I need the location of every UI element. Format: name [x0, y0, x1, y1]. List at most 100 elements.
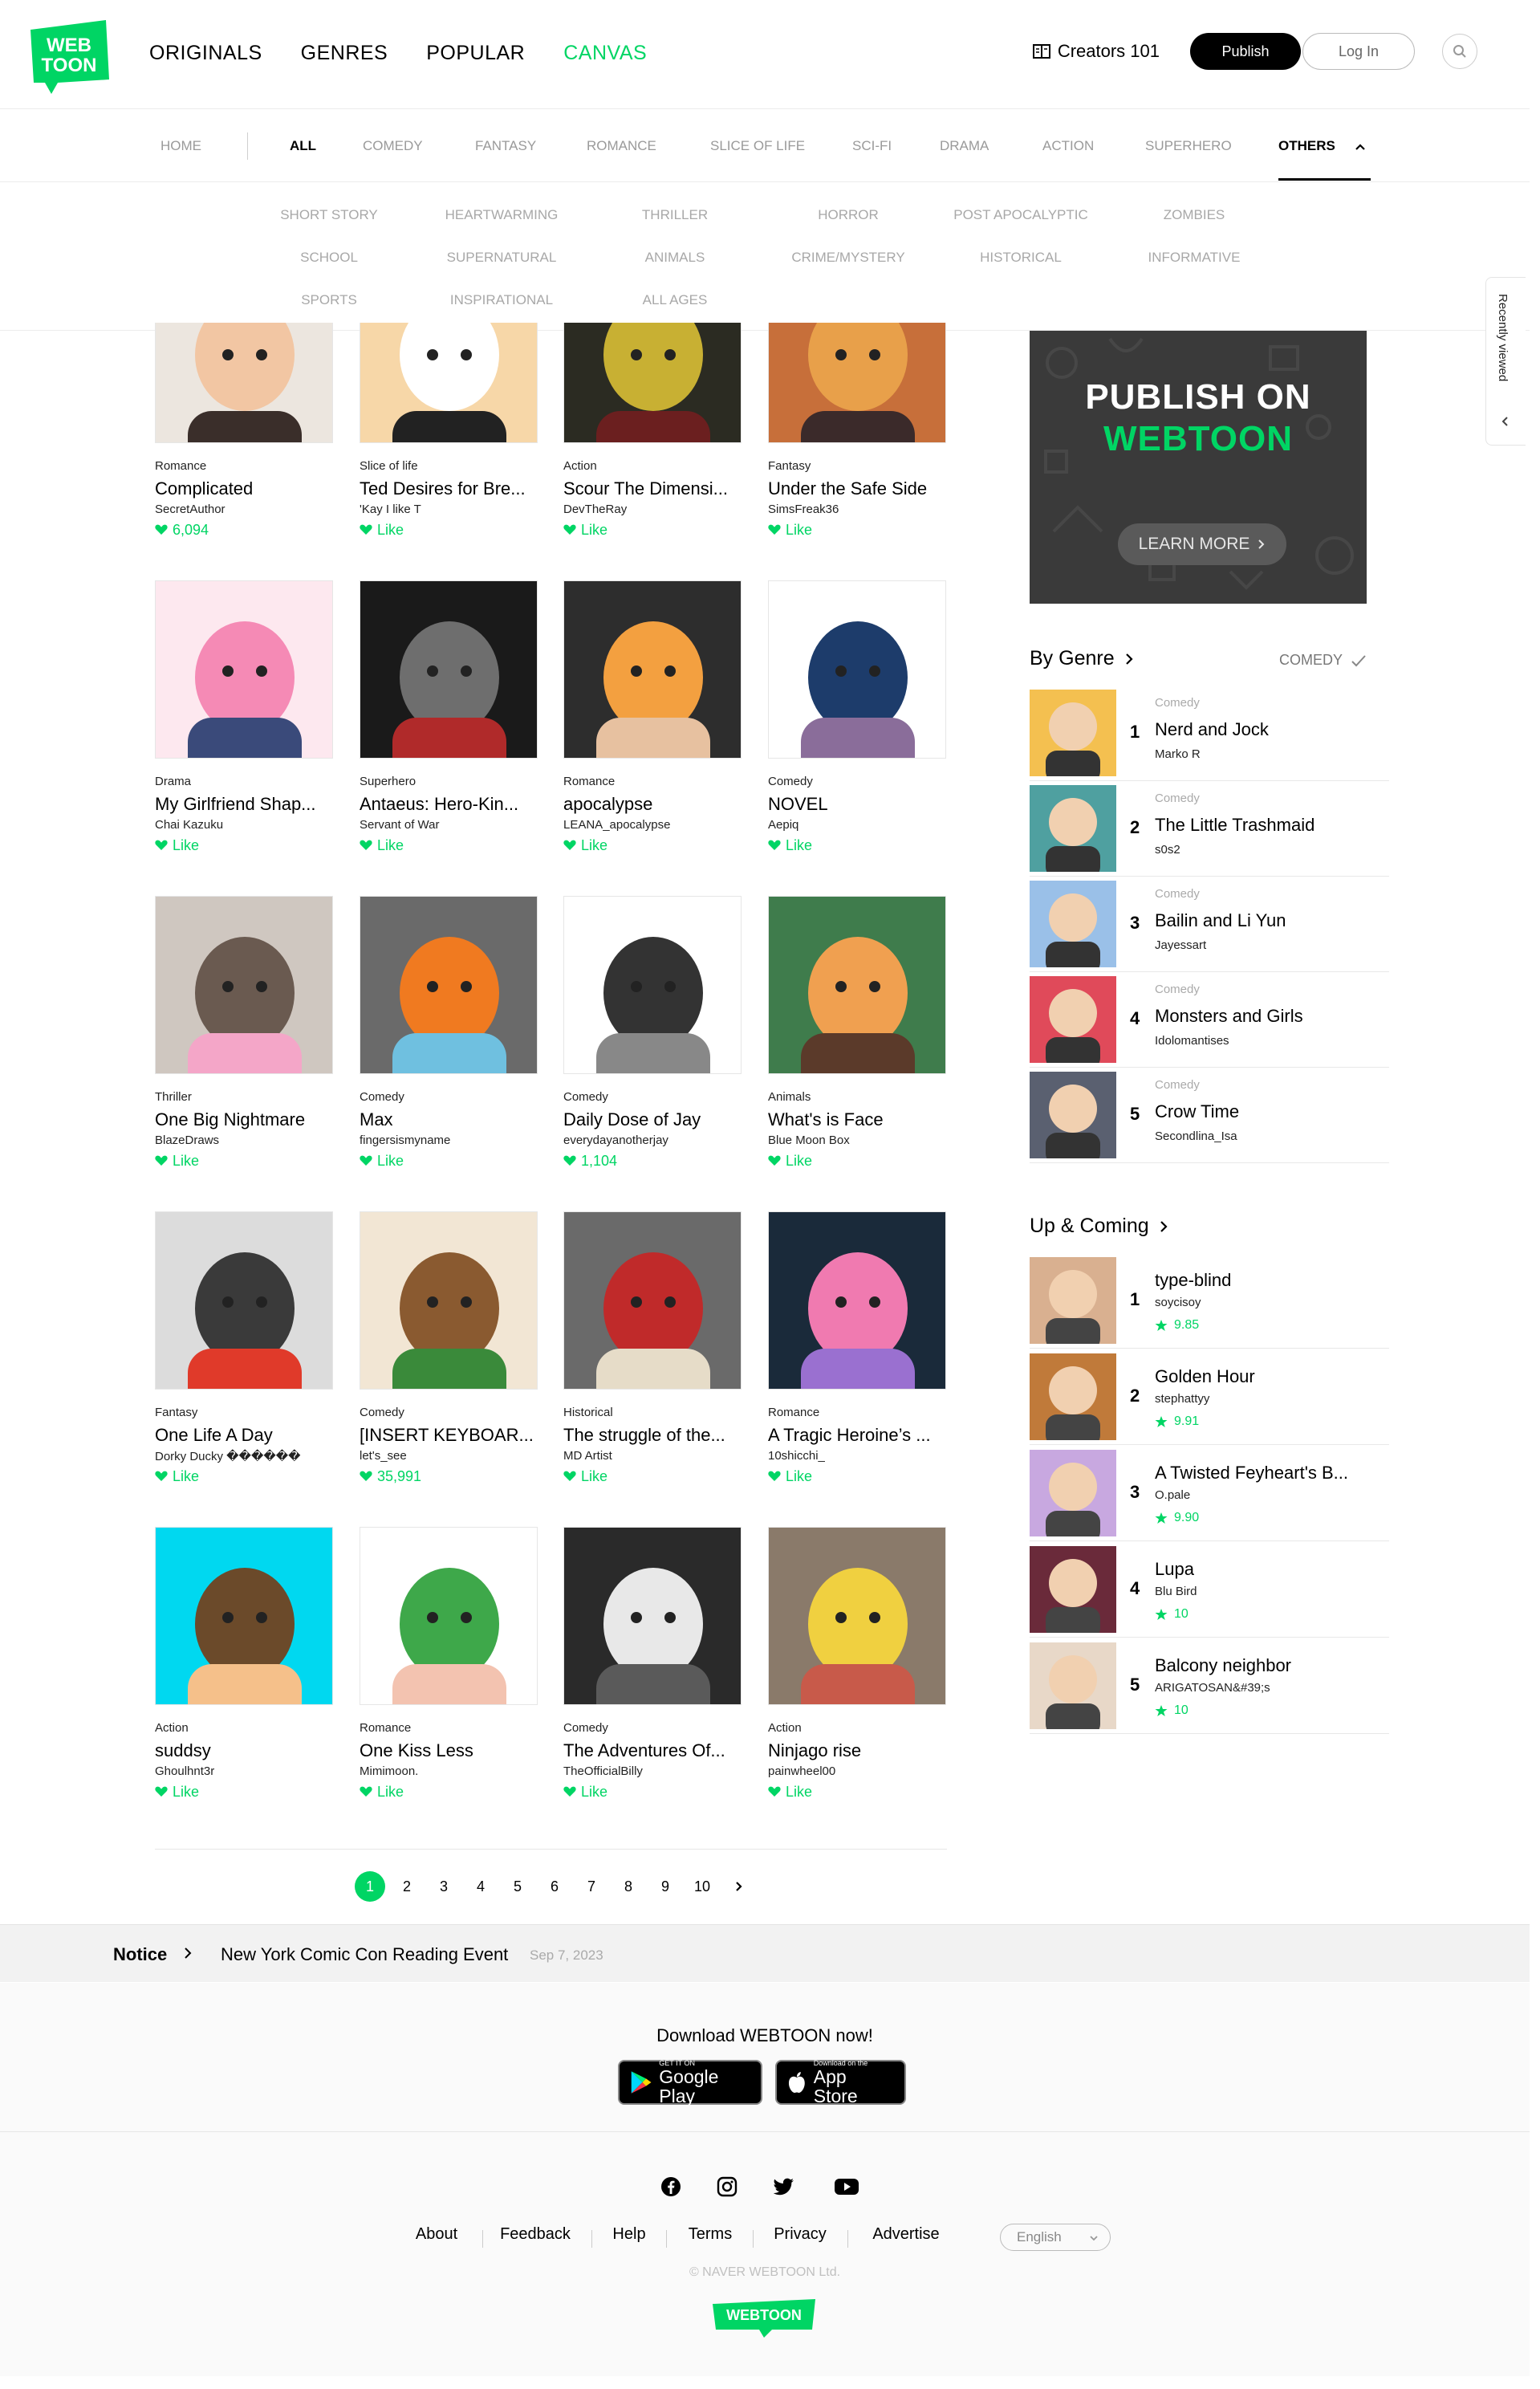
series-title[interactable]: Complicated — [155, 478, 333, 501]
subgenre-short-story[interactable]: SHORT STORY — [280, 207, 378, 223]
up-coming-heading[interactable]: Up & Coming — [1030, 1215, 1168, 1238]
up-coming-title[interactable]: Balcony neighbor — [1155, 1655, 1379, 1676]
webtoon-logo[interactable]: WEB TOON — [27, 18, 111, 94]
page-link[interactable]: 9 — [647, 1870, 684, 1903]
publish-button[interactable]: Publish — [1190, 33, 1301, 70]
up-coming-series[interactable]: 3 A Twisted Feyheart's B... O.pale 9.90 — [1030, 1445, 1389, 1541]
like-count[interactable]: 1,104 — [563, 1151, 742, 1170]
login-button[interactable]: Log In — [1302, 33, 1415, 70]
tab-home[interactable]: HOME — [161, 110, 201, 182]
like-count[interactable]: Like — [360, 520, 538, 539]
search-button[interactable] — [1442, 34, 1477, 69]
like-count[interactable]: 35,991 — [360, 1467, 538, 1486]
footer-terms[interactable]: Terms — [689, 2225, 732, 2244]
series-card[interactable]: Romance apocalypse LEANA_apocalypse Like — [563, 580, 742, 855]
page-link[interactable]: 7 — [573, 1870, 610, 1903]
recently-viewed-tab[interactable]: Recently viewed — [1485, 277, 1526, 446]
series-thumbnail[interactable] — [360, 1211, 538, 1390]
like-count[interactable]: Like — [768, 1782, 946, 1801]
like-count[interactable]: Like — [563, 836, 742, 855]
series-card[interactable]: Action Ninjago rise painwheel00 Like — [768, 1527, 946, 1801]
ranked-title[interactable]: Crow Time — [1155, 1101, 1379, 1122]
subgenre-supernatural[interactable]: SUPERNATURAL — [447, 250, 557, 266]
notice-title[interactable]: New York Comic Con Reading Event — [221, 1944, 508, 1965]
notice-label[interactable]: Notice — [113, 1944, 167, 1965]
like-count[interactable]: Like — [768, 836, 946, 855]
series-thumbnail[interactable] — [155, 1211, 333, 1390]
page-link[interactable]: 5 — [499, 1870, 536, 1903]
tab-superhero[interactable]: SUPERHERO — [1145, 110, 1232, 182]
ranked-title[interactable]: Nerd and Jock — [1155, 719, 1379, 740]
series-card[interactable]: Thriller One Big Nightmare BlazeDraws Like — [155, 896, 333, 1170]
tab-action[interactable]: ACTION — [1042, 110, 1094, 182]
like-count[interactable]: Like — [768, 1151, 946, 1170]
up-coming-title[interactable]: Golden Hour — [1155, 1366, 1379, 1387]
ranked-series[interactable]: 2 Comedy The Little Trashmaid s0s2 — [1030, 780, 1389, 877]
series-title[interactable]: apocalypse — [563, 794, 742, 816]
page-link[interactable]: 8 — [610, 1870, 647, 1903]
series-thumbnail[interactable] — [360, 1527, 538, 1705]
like-count[interactable]: Like — [155, 1782, 333, 1801]
series-thumbnail[interactable] — [768, 1527, 946, 1705]
up-coming-series[interactable]: 4 Lupa Blu Bird 10 — [1030, 1541, 1389, 1638]
by-genre-heading[interactable]: By Genre — [1030, 647, 1134, 670]
footer-webtoon-logo[interactable]: WEBTOON — [709, 2297, 819, 2339]
series-card[interactable]: Romance One Kiss Less Mimimoon. Like — [360, 1527, 538, 1801]
series-card[interactable]: Comedy Daily Dose of Jay everydayanotherja… — [563, 896, 742, 1170]
series-thumbnail[interactable] — [768, 1211, 946, 1390]
up-coming-series[interactable]: 5 Balcony neighbor ARIGATOSAN&#39;s 10 — [1030, 1638, 1389, 1734]
app-store-button[interactable]: Download on the App Store — [775, 2059, 906, 2106]
language-select[interactable]: English — [1000, 2224, 1111, 2251]
series-card[interactable]: Historical The struggle of the... MD Artis… — [563, 1211, 742, 1486]
series-title[interactable]: What's is Face — [768, 1109, 946, 1132]
series-title[interactable]: suddsy — [155, 1740, 333, 1763]
next-page-button[interactable] — [721, 1870, 758, 1903]
up-coming-title[interactable]: type-blind — [1155, 1270, 1379, 1291]
ranked-title[interactable]: The Little Trashmaid — [1155, 815, 1379, 836]
like-count[interactable]: Like — [360, 1782, 538, 1801]
series-title[interactable]: Ninjago rise — [768, 1740, 946, 1763]
ranked-series[interactable]: 5 Comedy Crow Time Secondlina_Isa — [1030, 1067, 1389, 1163]
tab-romance[interactable]: ROMANCE — [587, 110, 656, 182]
series-card[interactable]: Fantasy Under the Safe Side SimsFreak36 Lik… — [768, 323, 946, 539]
page-link[interactable]: 1 — [351, 1870, 388, 1903]
series-title[interactable]: One Big Nightmare — [155, 1109, 333, 1132]
subgenre-inspirational[interactable]: INSPIRATIONAL — [450, 292, 553, 308]
series-thumbnail[interactable] — [563, 1527, 742, 1705]
footer-about[interactable]: About — [416, 2225, 457, 2244]
genre-filter-dropdown[interactable]: COMEDY — [1279, 652, 1367, 669]
up-coming-thumbnail[interactable] — [1030, 1546, 1116, 1633]
page-link[interactable]: 3 — [425, 1870, 462, 1903]
series-thumbnail[interactable] — [563, 1211, 742, 1390]
series-title[interactable]: My Girlfriend Shap... — [155, 794, 333, 816]
up-coming-thumbnail[interactable] — [1030, 1353, 1116, 1440]
like-count[interactable]: Like — [360, 836, 538, 855]
series-card[interactable]: Action Scour The Dimensi... DevTheRay Like — [563, 323, 742, 539]
tab-slice-of-life[interactable]: SLICE OF LIFE — [710, 110, 805, 182]
series-thumbnail[interactable] — [155, 896, 333, 1074]
series-title[interactable]: The struggle of the... — [563, 1425, 742, 1447]
series-card[interactable]: Action suddsy Ghoulhnt3r Like — [155, 1527, 333, 1801]
subgenre-informative[interactable]: INFORMATIVE — [1148, 250, 1241, 266]
footer-help[interactable]: Help — [612, 2225, 645, 2244]
series-card[interactable]: Comedy NOVEL Aepiq Like — [768, 580, 946, 855]
series-thumbnail[interactable] — [563, 323, 742, 443]
instagram-link[interactable] — [713, 2172, 742, 2201]
tab-all[interactable]: ALL — [290, 110, 316, 182]
series-title[interactable]: [INSERT KEYBOAR... — [360, 1425, 538, 1447]
twitter-link[interactable] — [770, 2172, 798, 2201]
nav-canvas[interactable]: CANVAS — [563, 42, 647, 65]
ranked-series[interactable]: 3 Comedy Bailin and Li Yun Jayessart — [1030, 876, 1389, 972]
tab-others[interactable]: OTHERS — [1278, 110, 1367, 182]
like-count[interactable]: Like — [155, 1467, 333, 1486]
subgenre-all-ages[interactable]: ALL AGES — [643, 292, 708, 308]
tab-fantasy[interactable]: FANTASY — [475, 110, 536, 182]
google-play-button[interactable]: GET IT ON Google Play — [618, 2059, 762, 2106]
like-count[interactable]: Like — [563, 1467, 742, 1486]
page-link[interactable]: 10 — [684, 1870, 721, 1903]
ranked-thumbnail[interactable] — [1030, 690, 1116, 776]
footer-feedback[interactable]: Feedback — [500, 2225, 571, 2244]
ranked-thumbnail[interactable] — [1030, 881, 1116, 967]
series-title[interactable]: Max — [360, 1109, 538, 1132]
creators-101-link[interactable]: Creators 101 — [1032, 41, 1160, 62]
